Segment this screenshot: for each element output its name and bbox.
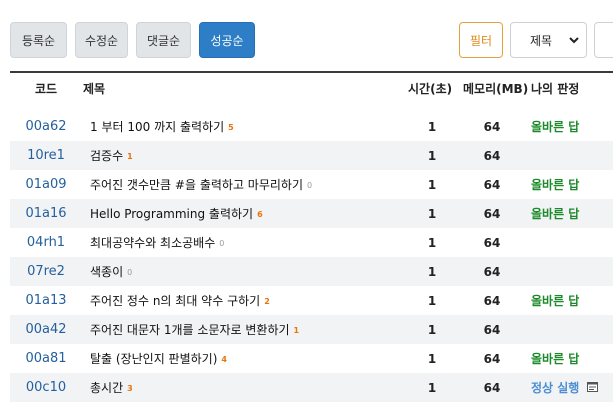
time-limit: 1 (427, 177, 437, 192)
table-row[interactable]: 00a42 주어진 대문자 1개를 소문자로 변환하기 1 1 64 (10, 315, 613, 344)
problem-title[interactable]: 주어진 대문자 1개를 소문자로 변환하기 1 (90, 315, 299, 344)
column-header-result: 나의 판정 (531, 82, 580, 96)
table-row[interactable]: 00a81 탈출 (장난인지 판별하기) 4 1 64 올바른 답 (10, 344, 613, 373)
table-row[interactable]: 07re2 색종이 0 1 64 (10, 257, 613, 286)
time-limit: 1 (427, 148, 437, 163)
comment-count: 6 (257, 210, 263, 219)
problem-code-link[interactable]: 00a81 (10, 344, 82, 373)
chevron-down-icon (569, 37, 579, 44)
comment-count: 0 (307, 181, 313, 190)
time-limit: 1 (427, 351, 437, 366)
problem-code-link[interactable]: 01a16 (10, 199, 82, 228)
search-field-select-value: 제목 (530, 33, 553, 48)
problem-title-text[interactable]: 최대공약수와 최소공배수 (90, 234, 215, 251)
memory-limit: 64 (483, 322, 501, 337)
problem-title[interactable]: Hello Programming 출력하기 6 (90, 199, 263, 228)
problem-title-text[interactable]: 주어진 대문자 1개를 소문자로 변환하기 (90, 321, 290, 338)
result-badge: 정상 실행 (531, 381, 580, 395)
problem-title-text[interactable]: Hello Programming 출력하기 (90, 205, 253, 222)
memory-limit: 64 (483, 177, 501, 192)
sort-by-success-button[interactable]: 성공순 (199, 22, 255, 58)
problem-title[interactable]: 주어진 정수 n의 최대 약수 구하기 2 (90, 286, 270, 315)
problem-title[interactable]: 탈출 (장난인지 판별하기) 4 (90, 344, 227, 373)
table-header-divider (10, 71, 613, 73)
problem-code-link[interactable]: 00c10 (10, 373, 82, 402)
comment-count: 2 (264, 297, 270, 306)
sort-by-comments-button[interactable]: 댓글순 (136, 22, 191, 58)
problem-title-text[interactable]: 탈출 (장난인지 판별하기) (90, 350, 217, 367)
memory-limit: 64 (483, 119, 501, 134)
result-badge: 올바른 답 (531, 352, 580, 366)
comment-count: 1 (293, 326, 300, 335)
problem-title-text[interactable]: 주어진 갯수만큼 #을 출력하고 마무리하기 (90, 176, 303, 193)
sort-by-modified-button[interactable]: 수정순 (75, 22, 128, 58)
table-row[interactable]: 10re1 검증수 1 1 64 (10, 141, 613, 170)
time-limit: 1 (427, 119, 437, 134)
memory-limit: 64 (483, 293, 501, 308)
table-row[interactable]: 01a16 Hello Programming 출력하기 6 1 64 올바른 답 (10, 199, 613, 228)
time-limit: 1 (427, 206, 437, 221)
search-field-select[interactable]: 제목 (510, 22, 587, 58)
memory-limit: 64 (483, 148, 501, 163)
problem-code-link[interactable]: 04rh1 (10, 228, 82, 257)
problem-title[interactable]: 주어진 갯수만큼 #을 출력하고 마무리하기 0 (90, 170, 312, 199)
column-header-title: 제목 (83, 82, 106, 96)
comment-count: 1 (127, 152, 133, 161)
problem-title[interactable]: 1 부터 100 까지 출력하기 5 (90, 112, 234, 141)
table-row[interactable]: 01a13 주어진 정수 n의 최대 약수 구하기 2 1 64 올바른 답 (10, 286, 613, 315)
toolbar: 등록순 수정순 댓글순 성공순 필터 제목 (0, 0, 613, 72)
problem-title-text[interactable]: 총시간 (90, 379, 123, 396)
table-row[interactable]: 01a09 주어진 갯수만큼 #을 출력하고 마무리하기 0 1 64 올바른 답 (10, 170, 613, 199)
comment-count: 4 (221, 355, 227, 364)
filter-button[interactable]: 필터 (459, 22, 503, 58)
time-limit: 1 (427, 322, 437, 337)
column-header-memory: 메모리(MB) (463, 82, 529, 96)
table-row[interactable]: 00a62 1 부터 100 까지 출력하기 5 1 64 올바른 답 (10, 112, 613, 141)
time-limit: 1 (427, 380, 437, 395)
problem-code-link[interactable]: 10re1 (10, 141, 82, 170)
problem-code-link[interactable]: 00a62 (10, 112, 82, 141)
comment-count: 3 (127, 384, 133, 393)
problem-title-text[interactable]: 1 부터 100 까지 출력하기 (90, 118, 224, 135)
table-row[interactable]: 00c10 총시간 3 1 64 정상 실행 (10, 373, 613, 402)
sort-by-registration-button[interactable]: 등록순 (10, 22, 67, 58)
problem-title-text[interactable]: 검증수 (90, 147, 123, 164)
problem-title[interactable]: 총시간 3 (90, 373, 133, 402)
problem-title[interactable]: 검증수 1 (90, 141, 133, 170)
result-badge: 올바른 답 (531, 120, 580, 134)
problem-code-link[interactable]: 01a09 (10, 170, 82, 199)
result-badge: 올바른 답 (531, 294, 580, 308)
comment-count: 0 (219, 239, 225, 248)
problem-title-text[interactable]: 주어진 정수 n의 최대 약수 구하기 (90, 292, 260, 309)
problem-title[interactable]: 색종이 0 (90, 257, 132, 286)
problem-code-link[interactable]: 00a42 (10, 315, 82, 344)
time-limit: 1 (427, 235, 437, 250)
memory-limit: 64 (483, 351, 501, 366)
problem-code-link[interactable]: 07re2 (10, 257, 82, 286)
column-header-time: 시간(초) (408, 82, 453, 96)
result-badge: 올바른 답 (531, 207, 580, 221)
time-limit: 1 (427, 293, 437, 308)
table-row[interactable]: 04rh1 최대공약수와 최소공배수 0 1 64 (10, 228, 613, 257)
memory-limit: 64 (483, 264, 501, 279)
result-badge: 올바른 답 (531, 178, 580, 192)
comment-count: 5 (228, 123, 234, 132)
time-limit: 1 (427, 264, 437, 279)
comment-count: 0 (127, 268, 133, 277)
memory-limit: 64 (483, 235, 501, 250)
problem-code-link[interactable]: 01a13 (10, 286, 82, 315)
column-header-code: 코드 (35, 82, 58, 96)
search-input[interactable] (594, 22, 613, 58)
log-icon[interactable] (587, 382, 598, 392)
memory-limit: 64 (483, 380, 501, 395)
problem-title[interactable]: 최대공약수와 최소공배수 0 (90, 228, 224, 257)
problem-title-text[interactable]: 색종이 (90, 263, 123, 280)
memory-limit: 64 (483, 206, 501, 221)
